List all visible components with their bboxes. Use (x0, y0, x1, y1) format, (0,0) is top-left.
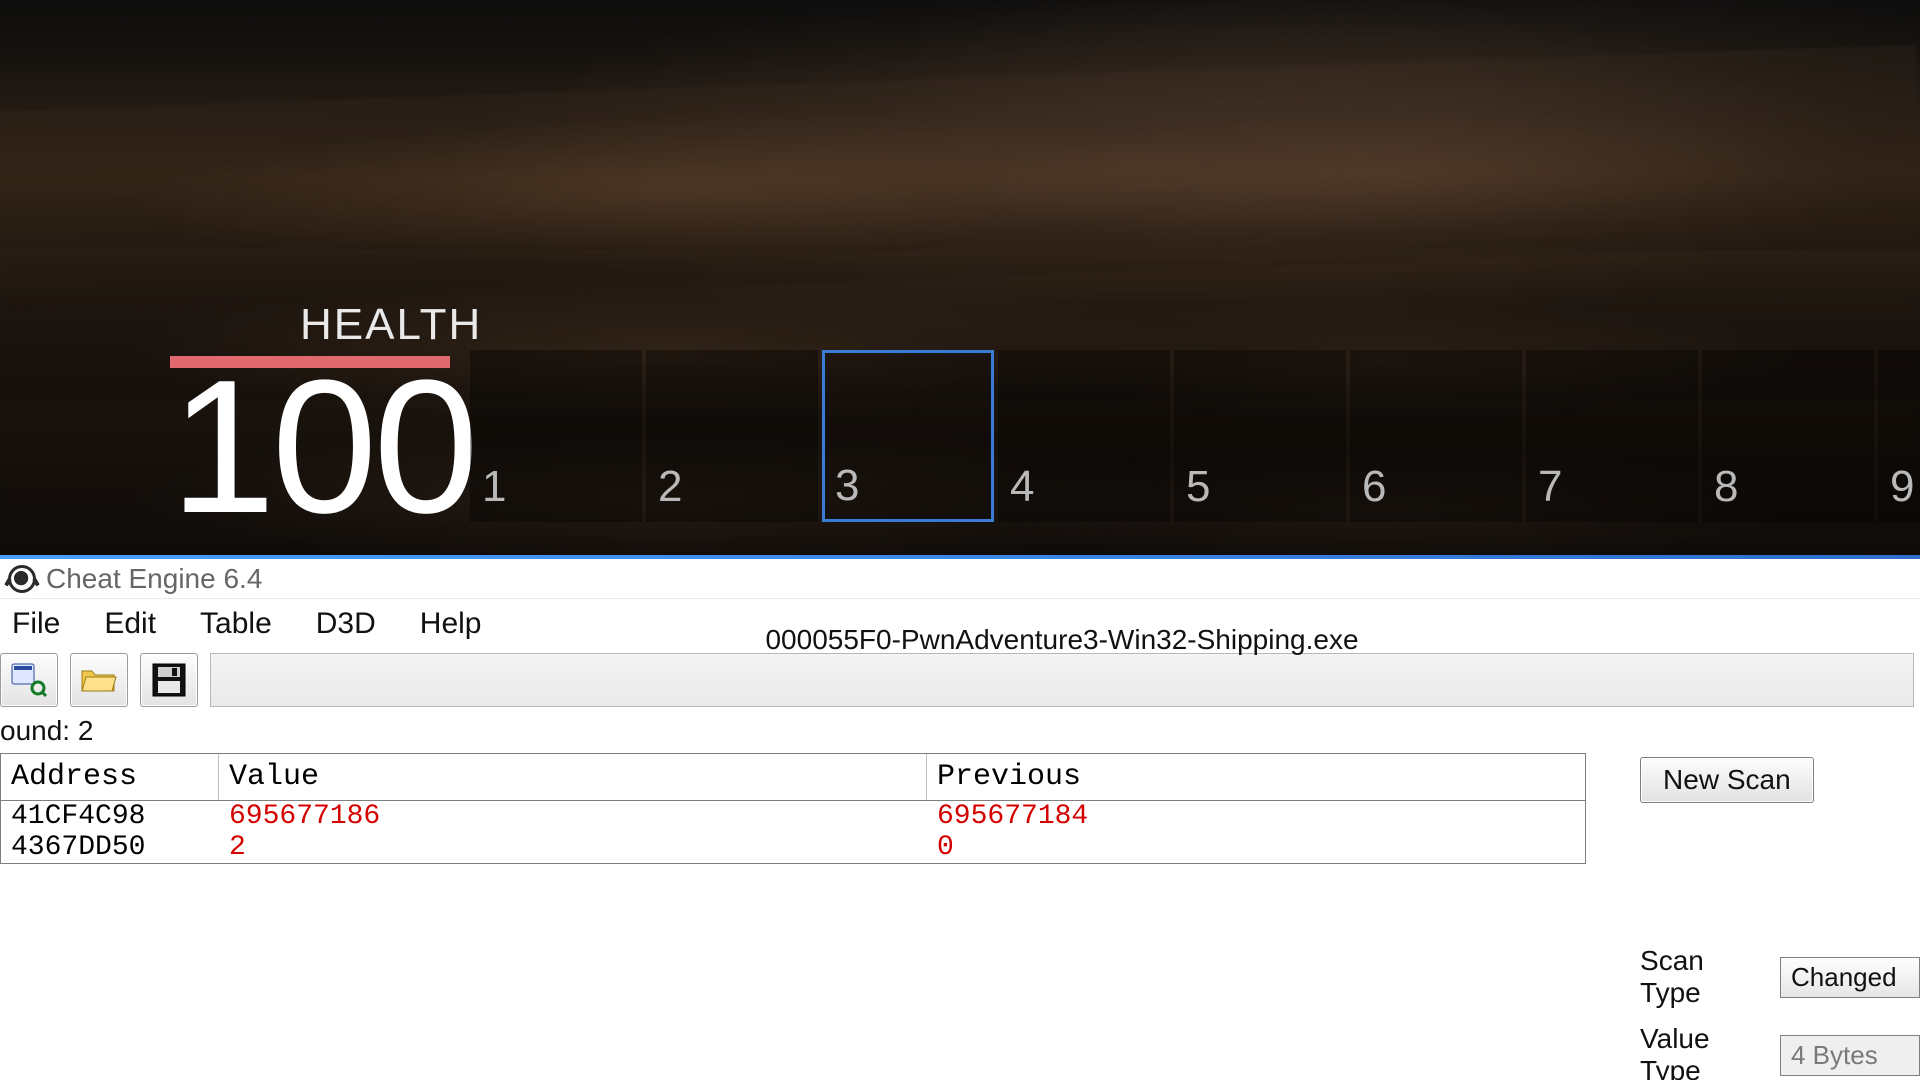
cell-value: 695677186 (219, 801, 927, 832)
hud-health: HEALTH 100 (170, 300, 482, 533)
cell-address: 41CF4C98 (1, 801, 219, 832)
hotbar-slot-number: 2 (658, 462, 682, 512)
hotbar-slot-number: 6 (1362, 462, 1386, 512)
table-row[interactable]: 41CF4C98695677186695677184 (1, 801, 1585, 832)
found-count: ound: 2 (0, 713, 1920, 753)
titlebar: Cheat Engine 6.4 (0, 559, 1920, 599)
menu-d3d[interactable]: D3D (308, 605, 384, 643)
hud-health-value: 100 (170, 362, 482, 533)
cell-previous: 695677184 (927, 801, 1585, 832)
col-address[interactable]: Address (1, 754, 219, 800)
open-button[interactable] (70, 653, 128, 707)
value-type-row: Value Type 4 Bytes (1640, 1023, 1920, 1080)
select-process-button[interactable] (0, 653, 58, 707)
hotbar-slot-6[interactable]: 6 (1350, 350, 1522, 522)
floppy-disk-icon (152, 663, 186, 697)
hotbar-slot-4[interactable]: 4 (998, 350, 1170, 522)
table-row[interactable]: 4367DD5020 (1, 832, 1585, 863)
hotbar-slot-5[interactable]: 5 (1174, 350, 1346, 522)
hotbar-slot-number: 7 (1538, 462, 1562, 512)
menu-file[interactable]: File (4, 605, 68, 643)
hotbar-slot-9[interactable]: 9 (1878, 350, 1920, 522)
hotbar-slot-8[interactable]: 8 (1702, 350, 1874, 522)
scan-type-label: Scan Type (1640, 945, 1768, 1009)
window-title: Cheat Engine 6.4 (46, 563, 262, 595)
col-previous[interactable]: Previous (927, 754, 1585, 800)
scan-controls: New Scan Scan Type Changed Value Type 4 … (1640, 753, 1920, 1080)
scan-results-table[interactable]: Address Value Previous 41CF4C98695677186… (0, 753, 1586, 864)
value-type-select[interactable]: 4 Bytes (1780, 1035, 1920, 1076)
cell-previous: 0 (927, 832, 1585, 863)
col-value[interactable]: Value (219, 754, 927, 800)
hotbar-slot-7[interactable]: 7 (1526, 350, 1698, 522)
open-folder-icon (80, 665, 118, 695)
cheat-engine-logo-icon (8, 565, 36, 593)
game-viewport: HEALTH 100 1 2 3 4 5 6 7 8 9 (0, 0, 1920, 555)
hotbar-slot-number: 5 (1186, 462, 1210, 512)
hotbar-slot-number: 3 (835, 461, 859, 511)
hotbar-slot-number: 1 (482, 462, 506, 512)
attached-process-name: 000055F0-PwnAdventure3-Win32-Shipping.ex… (765, 624, 1358, 656)
cell-value: 2 (219, 832, 927, 863)
menu-table[interactable]: Table (192, 605, 280, 643)
value-type-label: Value Type (1640, 1023, 1768, 1080)
hotbar-slot-number: 4 (1010, 462, 1034, 512)
scan-type-row: Scan Type Changed (1640, 945, 1920, 1009)
hotbar-slot-number: 8 (1714, 462, 1738, 512)
save-button[interactable] (140, 653, 198, 707)
menu-edit[interactable]: Edit (96, 605, 164, 643)
table-header: Address Value Previous (1, 754, 1585, 801)
process-progress-bar: 000055F0-PwnAdventure3-Win32-Shipping.ex… (210, 653, 1914, 707)
hotbar: 1 2 3 4 5 6 7 8 9 (470, 350, 1920, 522)
cell-address: 4367DD50 (1, 832, 219, 863)
toolbar: 000055F0-PwnAdventure3-Win32-Shipping.ex… (0, 653, 1920, 713)
cheat-engine-window: Cheat Engine 6.4 File Edit Table D3D Hel… (0, 559, 1920, 1080)
scan-type-select[interactable]: Changed (1780, 957, 1920, 998)
menu-help[interactable]: Help (412, 605, 490, 643)
hotbar-slot-1[interactable]: 1 (470, 350, 642, 522)
process-icon (11, 663, 47, 697)
hotbar-slot-number: 9 (1890, 462, 1914, 512)
hotbar-slot-2[interactable]: 2 (646, 350, 818, 522)
hotbar-slot-3[interactable]: 3 (822, 350, 994, 522)
new-scan-button[interactable]: New Scan (1640, 757, 1814, 803)
